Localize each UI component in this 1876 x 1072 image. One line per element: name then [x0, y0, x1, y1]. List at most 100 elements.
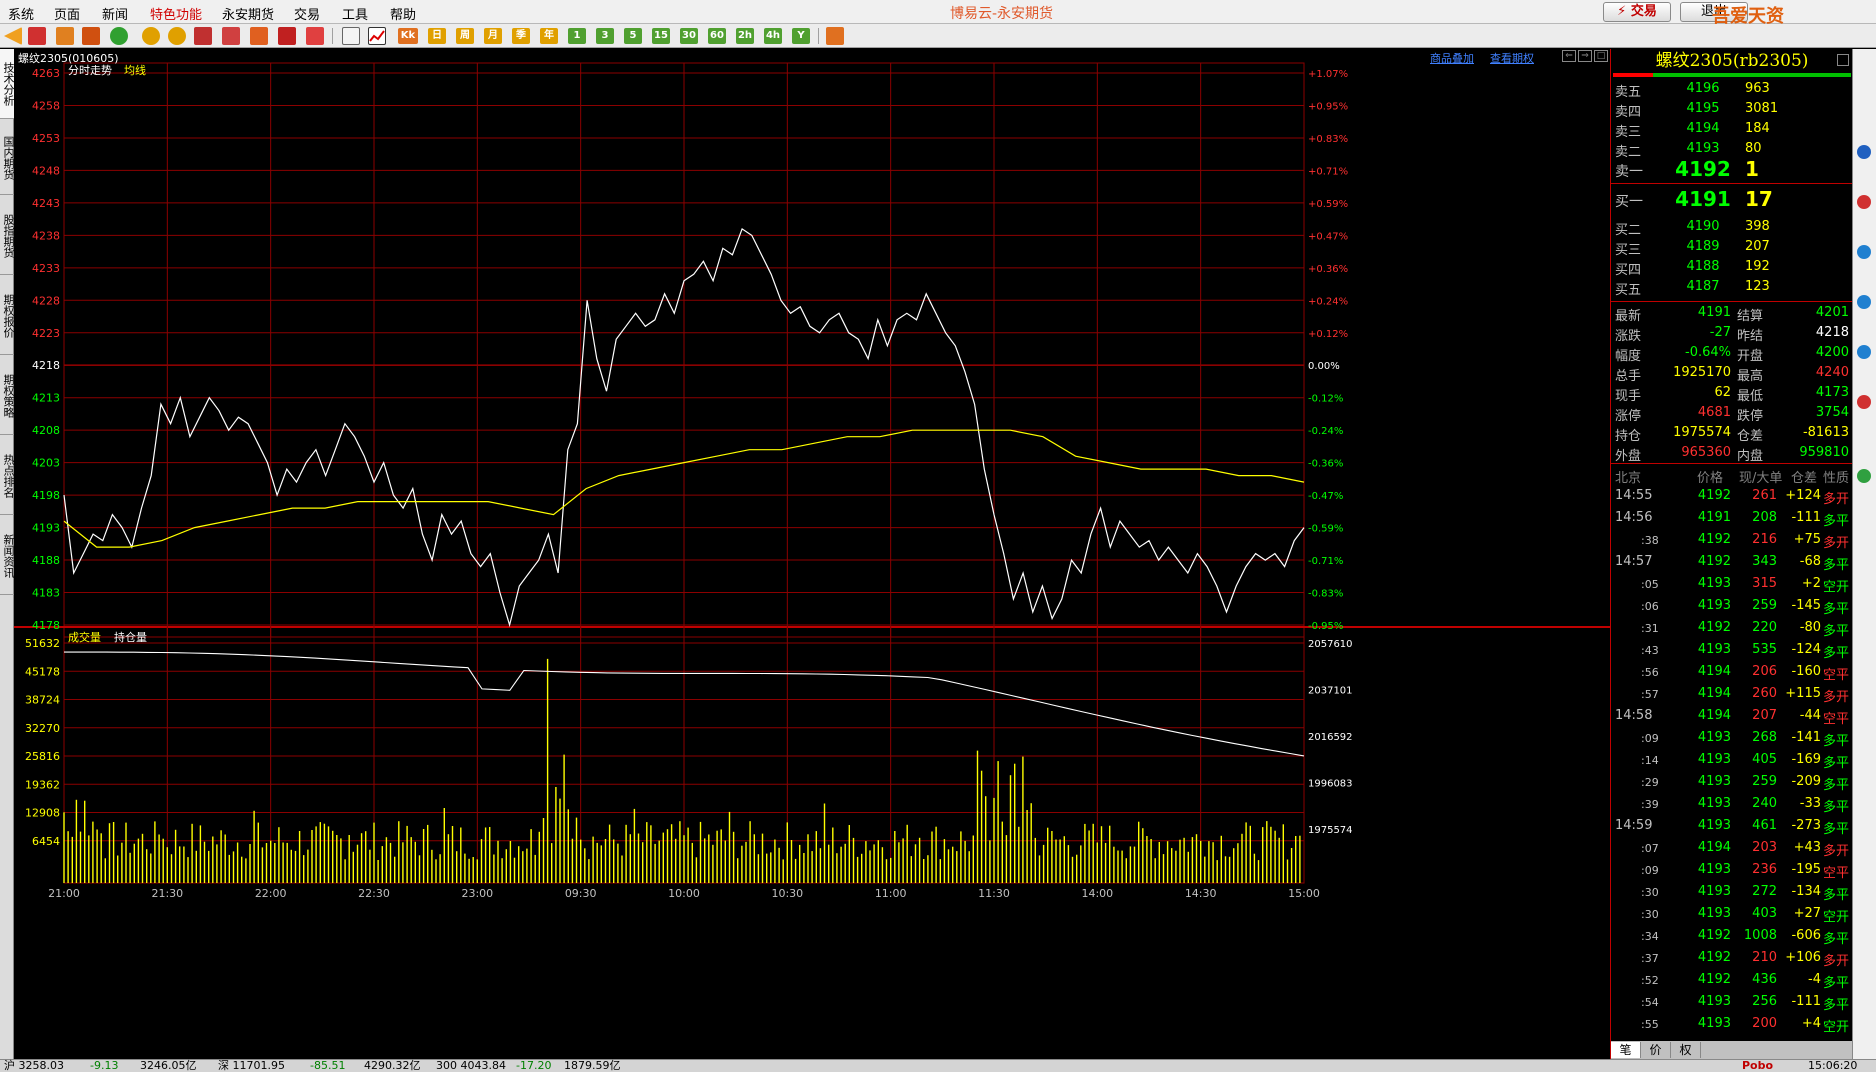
period-day[interactable]: 日 — [428, 28, 446, 44]
bell-icon[interactable] — [306, 27, 324, 45]
home-icon[interactable] — [28, 27, 46, 45]
tab-index-futures[interactable]: 股指期货 — [0, 197, 15, 275]
window-icon[interactable] — [194, 27, 212, 45]
menu-news[interactable]: 新闻 — [102, 4, 128, 23]
period-15m[interactable]: 15 — [652, 28, 670, 44]
tick-price: 4193 — [1697, 576, 1731, 591]
menu-help[interactable]: 帮助 — [390, 4, 416, 23]
tick-volume: 220 — [1752, 620, 1777, 635]
divider — [1611, 463, 1853, 464]
tick-oi-change: -4 — [1808, 972, 1821, 987]
panel-maximize-icon[interactable] — [1837, 54, 1849, 66]
zoom-in-icon[interactable] — [142, 27, 160, 45]
kline-icon[interactable]: Kk — [398, 28, 418, 44]
tick-oi-change: -68 — [1799, 554, 1821, 569]
tab-price[interactable]: 价 — [1641, 1042, 1671, 1058]
tab-ticks[interactable]: 笔 — [1611, 1042, 1641, 1058]
tab-technical-analysis[interactable]: 技术分析 — [0, 49, 15, 119]
ask-price: 4192 — [1675, 157, 1731, 181]
tab-options-quote[interactable]: 期权报价 — [0, 277, 15, 355]
bid-row: 买三 4189 207 — [1611, 237, 1853, 258]
menu-tools[interactable]: 工具 — [342, 4, 368, 23]
menu-page[interactable]: 页面 — [54, 4, 80, 23]
stat-value: 4201 — [1815, 305, 1849, 320]
menu-special[interactable]: 特色功能 — [150, 4, 202, 23]
side-app-icon[interactable] — [1857, 195, 1871, 209]
back-arrow-icon[interactable] — [4, 27, 22, 45]
tick-price: 4193 — [1697, 598, 1731, 613]
side-app-icon[interactable] — [1857, 145, 1871, 159]
period-y[interactable]: Y — [792, 28, 810, 44]
tick-volume: 208 — [1752, 510, 1777, 525]
tick-volume: 207 — [1752, 708, 1777, 723]
side-app-icon[interactable] — [1857, 245, 1871, 259]
tick-price: 4193 — [1697, 796, 1731, 811]
list-icon[interactable] — [342, 27, 360, 45]
tick-oi-change: -160 — [1791, 664, 1821, 679]
tick-price: 4193 — [1697, 1016, 1731, 1031]
eraser-icon[interactable] — [250, 27, 268, 45]
tick-volume: 259 — [1752, 774, 1777, 789]
chart-area[interactable]: 4263 +1.07% 4258 +0.95% 4253 +0.83% 4248 +0.71%… — [14, 49, 1614, 1059]
tick-row: :34 4192 1008 -606 多平 — [1611, 925, 1853, 947]
tab-news[interactable]: 新闻资讯 — [0, 517, 15, 595]
calendar-icon[interactable] — [826, 27, 844, 45]
side-app-icon[interactable] — [1857, 395, 1871, 409]
price-tick-label: 4243 — [32, 197, 60, 210]
bid-volume: 17 — [1745, 187, 1773, 211]
tab-domestic-futures[interactable]: 国内期货 — [0, 121, 15, 195]
period-quarter[interactable]: 季 — [512, 28, 530, 44]
period-1m[interactable]: 1 — [568, 28, 586, 44]
chart-maximize-icon[interactable]: □ — [1594, 50, 1608, 62]
period-month[interactable]: 月 — [484, 28, 502, 44]
menu-system[interactable]: 系统 — [8, 4, 34, 23]
time-tick-label: 11:00 — [875, 887, 907, 900]
period-60m[interactable]: 60 — [708, 28, 726, 44]
zoom-out-icon[interactable] — [168, 27, 186, 45]
filter-icon[interactable] — [278, 27, 296, 45]
tick-type: 多开 — [1823, 536, 1850, 551]
intraday-chart[interactable]: 4263 +1.07% 4258 +0.95% 4253 +0.83% 4248 +0.71%… — [14, 49, 1610, 1059]
tick-price: 4193 — [1697, 906, 1731, 921]
side-app-icon[interactable] — [1857, 295, 1871, 309]
chart-next-icon[interactable]: ⇒ — [1578, 50, 1592, 62]
stat-label: 跌停 — [1737, 409, 1764, 424]
period-4h[interactable]: 4h — [764, 28, 782, 44]
pen-icon[interactable] — [222, 27, 240, 45]
tick-price: 4192 — [1697, 620, 1731, 635]
oi-tick-label: 2057610 — [1308, 639, 1353, 650]
trade-button[interactable]: ⚡ 交易 — [1603, 2, 1671, 22]
tick-type: 多开 — [1823, 954, 1850, 969]
period-5m[interactable]: 5 — [624, 28, 642, 44]
overlay-commodity-link[interactable]: 商品叠加 — [1430, 50, 1474, 66]
period-3m[interactable]: 3 — [596, 28, 614, 44]
tick-time: 14:57 — [1615, 554, 1653, 569]
period-2h[interactable]: 2h — [736, 28, 754, 44]
chart-prev-icon[interactable]: ⇐ — [1562, 50, 1576, 62]
menu-yongan[interactable]: 永安期货 — [222, 4, 274, 23]
tab-rights[interactable]: 权 — [1671, 1042, 1701, 1058]
period-week[interactable]: 周 — [456, 28, 474, 44]
view-options-link[interactable]: 查看期权 — [1490, 50, 1534, 66]
layers-icon[interactable] — [56, 27, 74, 45]
tick-row: :57 4194 260 +115 多开 — [1611, 683, 1853, 705]
menu-trade[interactable]: 交易 — [294, 4, 320, 23]
price-tick-label: 4263 — [32, 67, 60, 80]
ask-row: 卖一 4192 1 — [1611, 157, 1853, 181]
table-icon[interactable] — [82, 27, 100, 45]
side-app-icon[interactable] — [1857, 469, 1871, 483]
bid-label: 买四 — [1615, 263, 1642, 278]
tick-type: 空开 — [1823, 580, 1850, 595]
tick-header-volume: 现/大单 — [1739, 471, 1783, 486]
tab-options-strategy[interactable]: 期权策略 — [0, 357, 15, 435]
period-year[interactable]: 年 — [540, 28, 558, 44]
tab-hot-ranking[interactable]: 热点排名 — [0, 437, 15, 515]
oi-tick-label: 2037101 — [1308, 686, 1353, 697]
tick-header-time: 北京 — [1615, 471, 1642, 486]
refresh-icon[interactable] — [110, 27, 128, 45]
side-app-icon[interactable] — [1857, 345, 1871, 359]
chart-line-icon[interactable] — [368, 27, 386, 45]
period-30m[interactable]: 30 — [680, 28, 698, 44]
pct-tick-label: -0.12% — [1308, 394, 1343, 405]
tick-type: 多平 — [1823, 998, 1850, 1013]
